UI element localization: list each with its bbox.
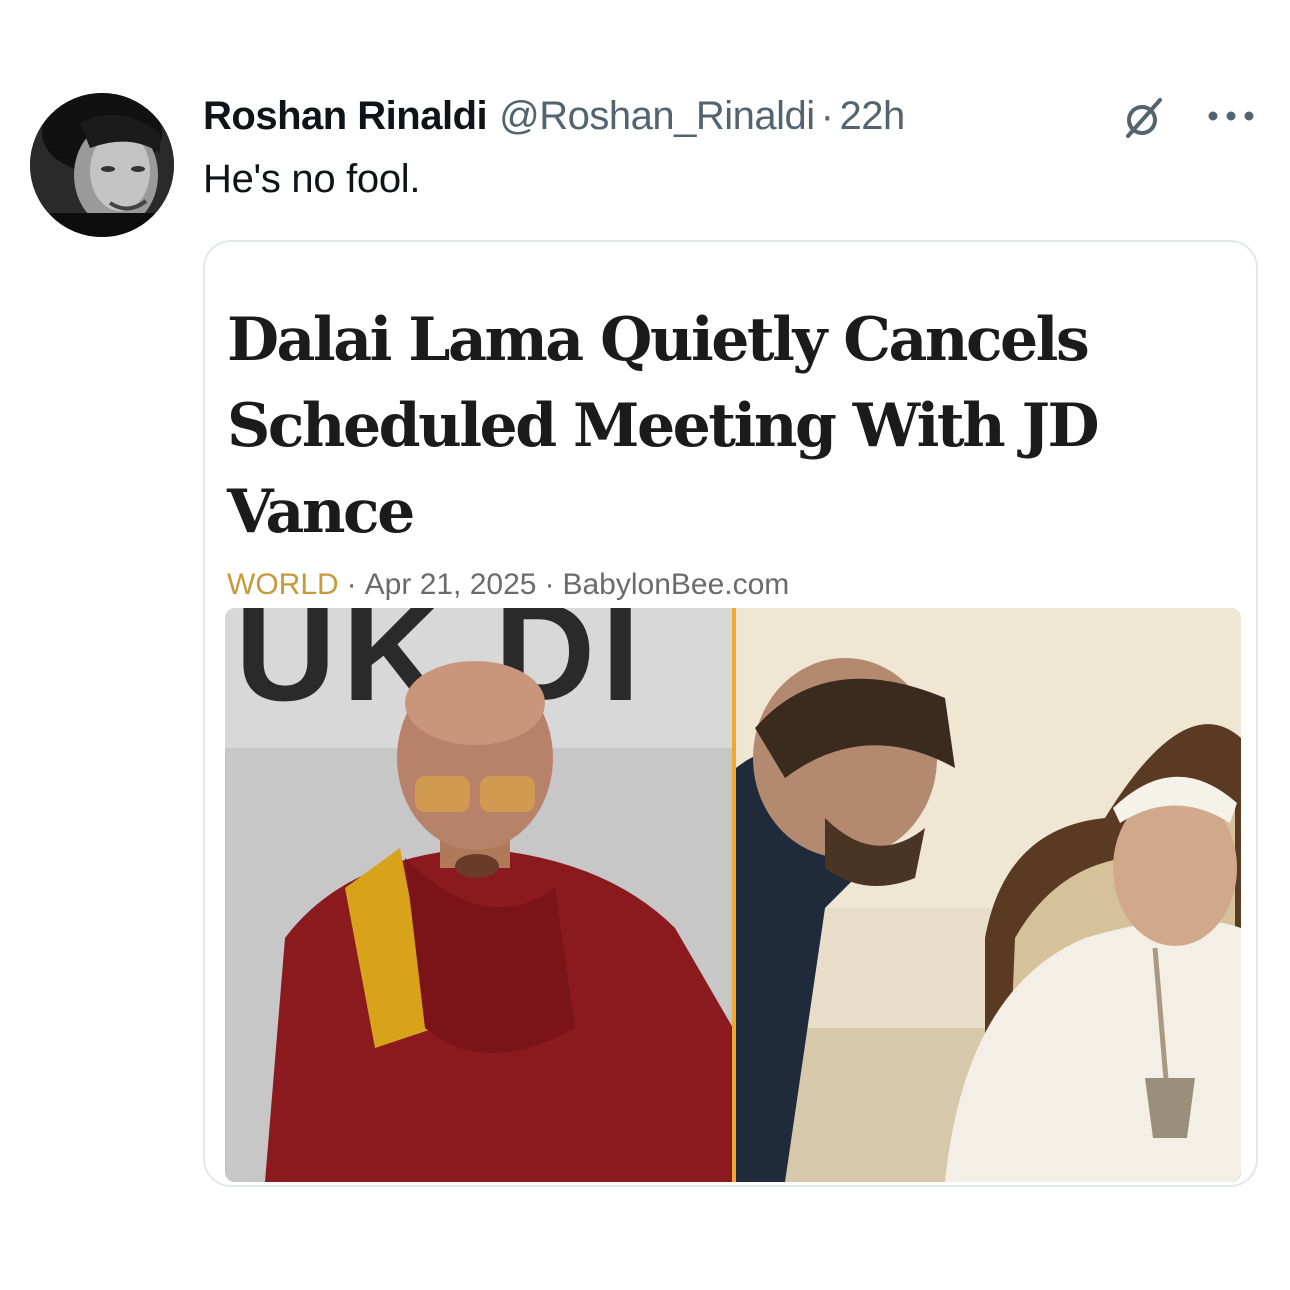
article-image[interactable]: UK DI: [225, 608, 1241, 1182]
tweet-header: Roshan Rinaldi @Roshan_Rinaldi · 22h: [203, 92, 905, 140]
grok-icon[interactable]: [1120, 94, 1168, 142]
meta-separator: ·: [544, 568, 555, 601]
article-category[interactable]: WORLD: [227, 568, 339, 601]
author-handle[interactable]: @Roshan_Rinaldi: [499, 94, 815, 139]
author-avatar[interactable]: [30, 93, 174, 237]
meta-separator: ·: [346, 568, 357, 601]
author-name[interactable]: Roshan Rinaldi: [203, 94, 488, 139]
article-headline[interactable]: Dalai Lama Quietly Cancels Scheduled Mee…: [227, 297, 1227, 555]
link-card[interactable]: Dalai Lama Quietly Cancels Scheduled Mee…: [203, 240, 1258, 1187]
tweet-text: He's no fool.: [203, 157, 421, 201]
header-separator: ·: [820, 93, 834, 138]
tweet-timestamp[interactable]: 22h: [839, 94, 905, 139]
more-options-icon[interactable]: [1205, 104, 1257, 128]
article-source: BabylonBee.com: [562, 568, 790, 601]
article-date: Apr 21, 2025: [364, 568, 537, 601]
article-meta: WORLD · Apr 21, 2025 · BabylonBee.com: [227, 568, 789, 602]
